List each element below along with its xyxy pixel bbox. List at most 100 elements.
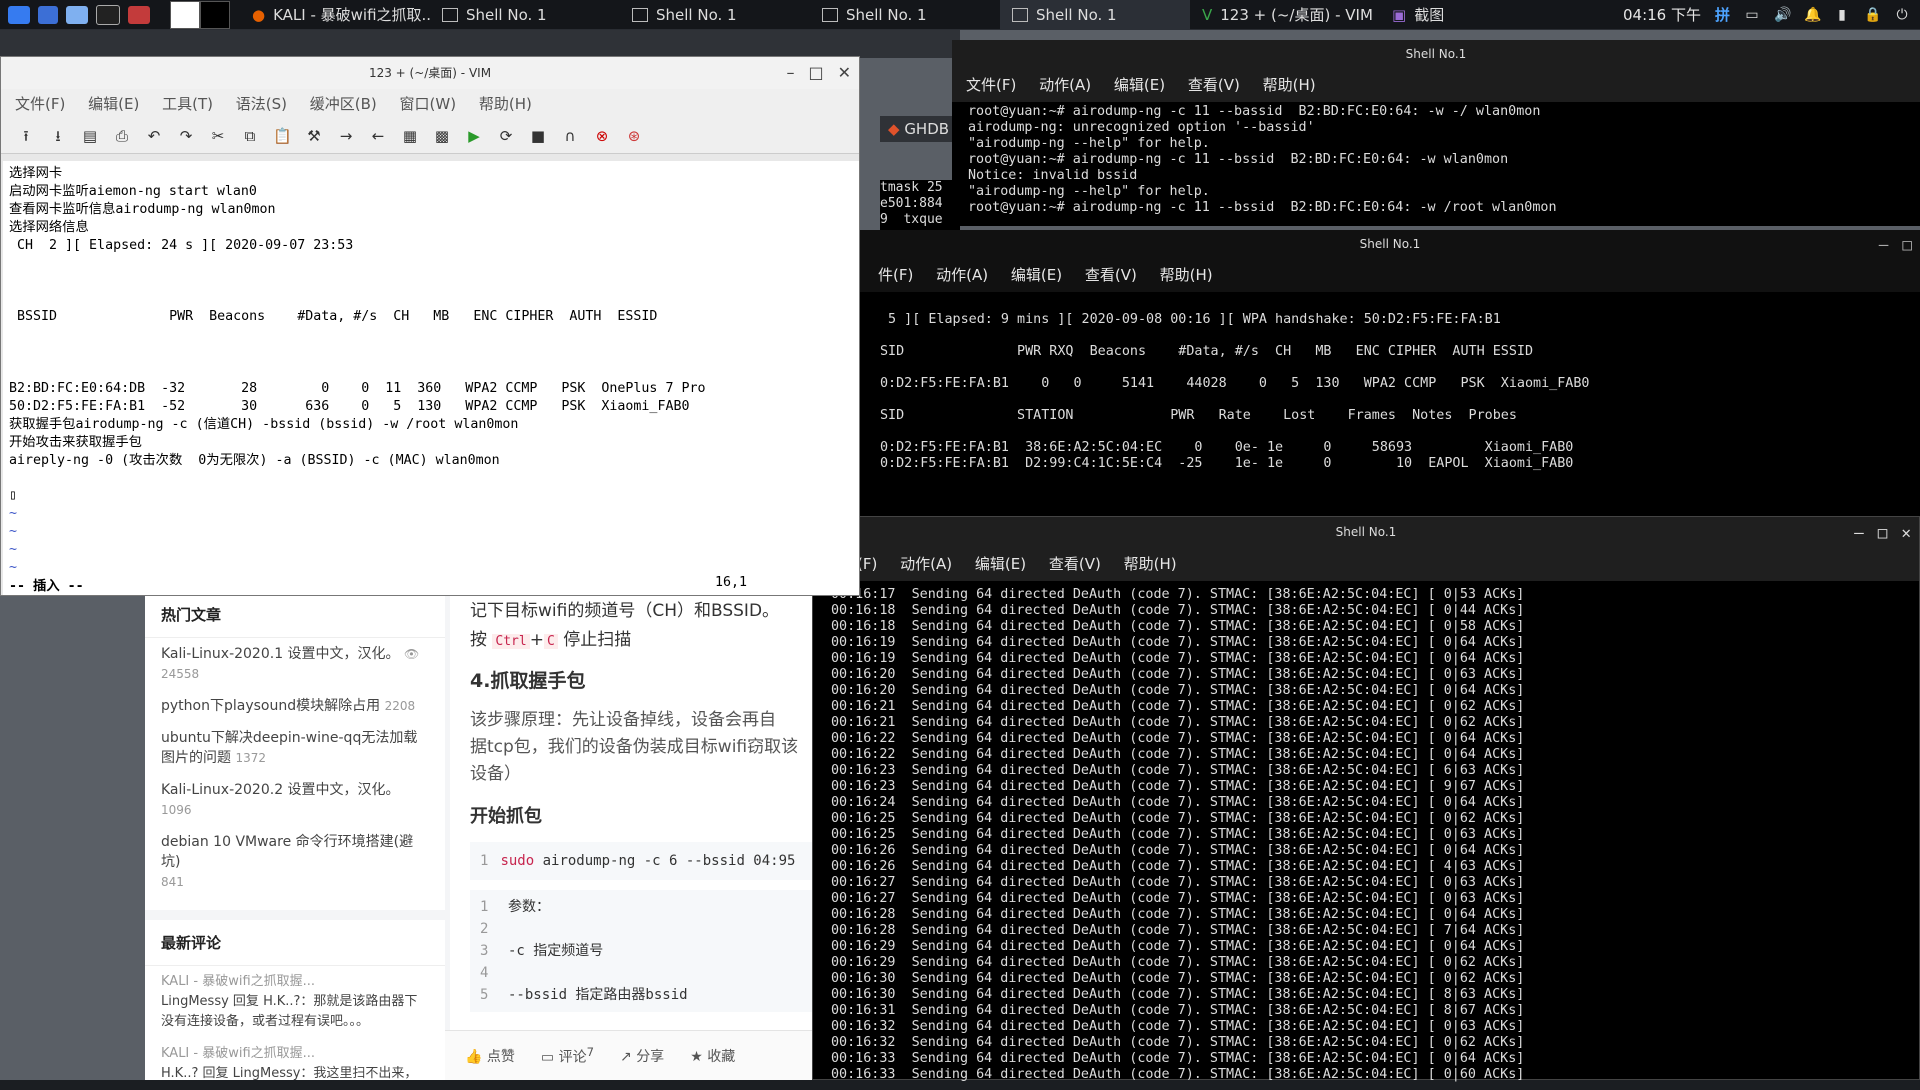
task-shell[interactable]: Shell No. 1 [430,0,620,30]
print-icon[interactable]: ⎙ [113,128,131,144]
menu-file[interactable]: 件(F) [878,266,913,284]
menu-edit[interactable]: 编辑(E) [1011,266,1062,284]
save-session-icon[interactable]: ▩ [433,128,451,144]
file-manager-icon[interactable] [66,5,88,24]
menu-view[interactable]: 查看(V) [1049,555,1101,573]
redo-icon[interactable]: ↷ [177,128,195,144]
terminal-menubar: 件(F) 动作(A) 编辑(E) 查看(V) 帮助(H) [860,258,1920,292]
find-help-icon[interactable]: ⊛ [625,128,643,144]
help-icon[interactable]: ⊗ [593,128,611,144]
minimize-icon[interactable]: – [1879,235,1889,254]
open-icon[interactable]: ⭱ [17,128,35,144]
close-icon[interactable]: ✕ [1901,523,1911,542]
like-button[interactable]: 👍 点赞 [465,1046,515,1066]
run-script-icon[interactable]: ▶ [465,128,483,144]
paste-icon[interactable]: 📋 [273,128,292,144]
save-icon[interactable]: ⭳ [49,128,67,144]
menu-syntax[interactable]: 语法(S) [236,95,287,113]
kali-menu-icon[interactable] [8,5,30,24]
comment-button[interactable]: ▭ 评论7 [541,1045,594,1067]
task-shell[interactable]: Shell No. 1 [810,0,1000,30]
ime-indicator[interactable]: 拼 [1715,4,1730,25]
minimize-icon[interactable]: – [1854,523,1864,542]
comment-item[interactable]: KALI - 暴破wifi之抓取握... LingMessy 回复 H.K..?… [145,966,445,1038]
minimize-icon[interactable]: – [786,57,794,89]
hot-article[interactable]: Kali-Linux-2020.1 设置中文，汉化。 👁 24558 [145,638,445,690]
maximize-icon[interactable]: □ [1878,523,1888,542]
menu-window[interactable]: 窗口(W) [400,95,457,113]
cut-icon[interactable]: ✂ [209,128,227,144]
terminal-icon[interactable] [96,4,120,25]
lock-icon[interactable]: 🔒 [1864,7,1881,23]
vim-line: 开始攻击来获取握手包 [9,434,142,450]
comment-item[interactable]: KALI - 暴破wifi之抓取握... H.K..? 回复 LingMessy… [145,1038,445,1090]
undo-icon[interactable]: ↶ [145,128,163,144]
task-shell[interactable]: Shell No. 1 [620,0,810,30]
hot-articles-card: 热门文章 Kali-Linux-2020.1 设置中文，汉化。 👁 24558 p… [145,592,445,910]
thumb-icon: 👍 [465,1048,483,1065]
system-tray: 04:16 下午 拼 ▭ 🔊 🔔 ▮ 🔒 ⏻ [1623,4,1920,25]
maximize-icon[interactable]: □ [808,57,823,89]
menu-help[interactable]: 帮助(H) [1124,555,1177,573]
menu-action[interactable]: 动作(A) [936,266,988,284]
find-next-icon[interactable]: → [337,128,355,144]
copy-icon[interactable]: ⧉ [241,128,259,144]
hot-article[interactable]: debian 10 VMware 命令行环境搭建(避坑) 841 [145,826,445,898]
browser-launcher-icon[interactable] [128,5,150,24]
deauth-line: 00:16:21 Sending 64 directed DeAuth (cod… [831,699,1525,714]
clock[interactable]: 04:16 下午 [1623,4,1701,25]
workspace-1[interactable] [170,0,200,29]
build-tags-icon[interactable]: ■ [529,128,547,144]
menu-action[interactable]: 动作(A) [1039,76,1091,94]
maximize-icon[interactable]: □ [1902,235,1912,254]
desktop-icon[interactable] [38,5,58,24]
close-icon[interactable]: ✕ [838,57,851,89]
browser-tabstrip [0,30,960,58]
load-session-icon[interactable]: ▦ [401,128,419,144]
terminal-output[interactable]: root@yuan:~# airodump-ng -c 11 --bassid … [952,102,1920,218]
menu-edit[interactable]: 编辑(E) [975,555,1026,573]
make-icon[interactable]: ⟳ [497,128,515,144]
vim-line: CH 2 ][ Elapsed: 24 s ][ 2020-09-07 23:5… [9,237,354,253]
menu-view[interactable]: 查看(V) [1188,76,1240,94]
menu-buffers[interactable]: 缓冲区(B) [310,95,377,113]
screen-icon[interactable]: ▭ [1744,7,1760,23]
deauth-line: 00:16:33 Sending 64 directed DeAuth (cod… [831,1051,1525,1066]
find-prev-icon[interactable]: ← [369,128,387,144]
menu-edit[interactable]: 编辑(E) [88,95,139,113]
menu-file[interactable]: 文件(F) [966,76,1016,94]
menu-help[interactable]: 帮助(H) [1263,76,1316,94]
menu-file[interactable]: 文件(F) [15,95,65,113]
menu-edit[interactable]: 编辑(E) [1114,76,1165,94]
menu-help[interactable]: 帮助(H) [479,95,532,113]
notifications-icon[interactable]: 🔔 [1804,7,1821,23]
task-shell-active[interactable]: Shell No. 1 [1000,0,1190,30]
workspace-switcher[interactable] [170,0,230,29]
kbd-c: C [543,634,558,649]
hot-article[interactable]: ubuntu下解决deepin-wine-qq无法加载图片的问题 1372 [145,722,445,774]
save-all-icon[interactable]: ▤ [81,128,99,144]
terminal-output[interactable]: 5 ][ Elapsed: 9 mins ][ 2020-09-08 00:16… [860,292,1920,472]
task-browser[interactable]: ● KALI - 暴破wifi之抓取... [240,0,430,30]
battery-icon[interactable]: ▮ [1834,7,1850,23]
task-screenshot[interactable]: ▣ 截图 [1380,0,1500,30]
jump-tag-icon[interactable]: ∩ [561,128,579,144]
menu-help[interactable]: 帮助(H) [1160,266,1213,284]
vim-empty-line: ~ [9,506,18,522]
power-icon[interactable]: ⏻ [1894,7,1910,23]
terminal-output[interactable]: 00:16:17 Sending 64 directed DeAuth (cod… [813,581,1919,1089]
deauth-line: 00:16:18 Sending 64 directed DeAuth (cod… [831,619,1525,634]
menu-tools[interactable]: 工具(T) [162,95,213,113]
menu-action[interactable]: 动作(A) [900,555,952,573]
share-button[interactable]: ↗ 分享 [620,1046,664,1066]
task-vim[interactable]: V 123 + (~/桌面) - VIM [1190,0,1380,30]
vim-buffer[interactable]: 选择网卡 启动网卡监听aiemon-ng start wlan0 查看网卡监听信… [3,161,859,595]
favorite-button[interactable]: ★ 收藏 [690,1046,735,1066]
menu-view[interactable]: 查看(V) [1085,266,1137,284]
workspace-2[interactable] [200,0,230,29]
hot-article[interactable]: Kali-Linux-2020.2 设置中文，汉化。 1096 [145,774,445,826]
volume-icon[interactable]: 🔊 [1774,7,1791,23]
vim-text[interactable]: 选择网卡 启动网卡监听aiemon-ng start wlan0 查看网卡监听信… [3,161,859,581]
replace-icon[interactable]: ⚒ [305,128,323,144]
hot-article[interactable]: python下playsound模块解除占用 2208 [145,690,445,722]
